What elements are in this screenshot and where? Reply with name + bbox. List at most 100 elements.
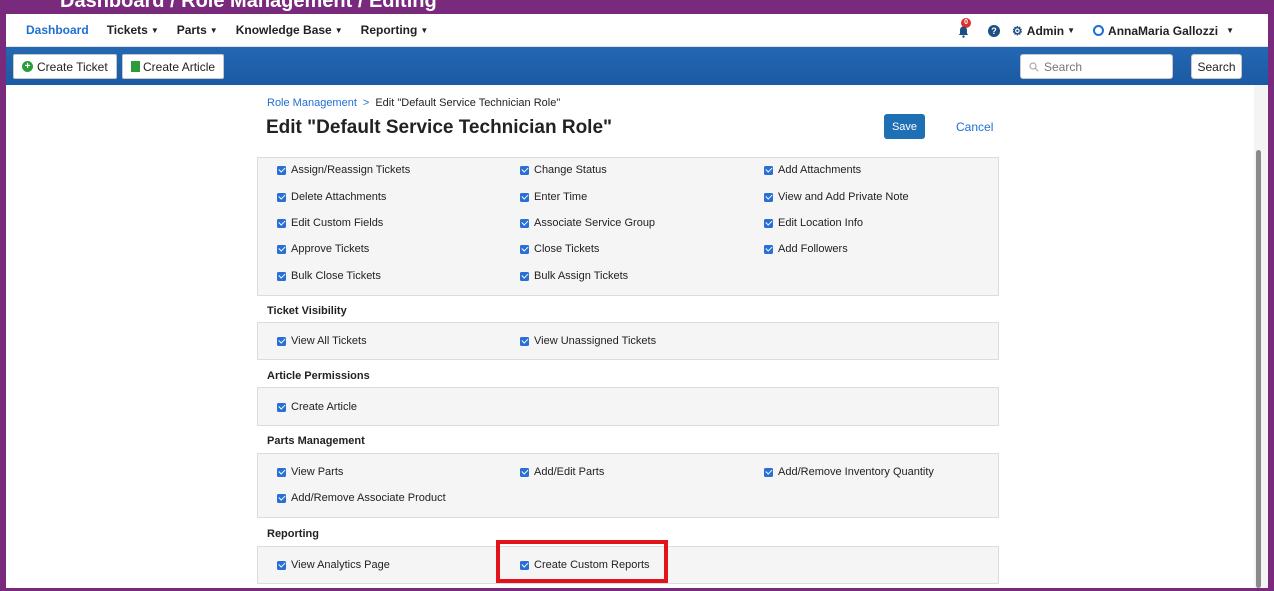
checkbox-checked[interactable] [277,165,286,175]
checkbox-checked[interactable] [520,192,529,202]
checkbox-checked[interactable] [520,271,529,281]
create-ticket-label: Create Ticket [37,59,108,74]
save-button[interactable]: Save [884,114,925,139]
checkbox-checked[interactable] [764,244,773,254]
perm-edit-location-info[interactable]: Edit Location Info [764,217,863,229]
perm-bulk-assign-tickets[interactable]: Bulk Assign Tickets [520,270,628,282]
perm-label: Associate Service Group [534,217,656,229]
perm-label: Close Tickets [534,243,600,255]
cancel-button[interactable]: Cancel [956,120,993,134]
top-nav: Dashboard Tickets ▼ Parts ▼ Knowledge Base… [6,14,1268,47]
create-article-label: Create Article [143,59,216,74]
create-ticket-button[interactable]: + Create Ticket [13,54,117,79]
checkbox-checked[interactable] [764,165,773,175]
perm-add-remove-inventory-quantity[interactable]: Add/Remove Inventory Quantity [764,466,934,478]
checkbox-checked[interactable] [520,244,529,254]
help-icon[interactable]: ? [988,24,1001,37]
search-field[interactable] [1020,54,1173,79]
perm-change-status[interactable]: Change Status [520,164,607,176]
plus-circle-icon: + [22,61,33,72]
perm-label: View and Add Private Note [778,191,909,203]
chevron-down-icon: ▼ [209,26,218,35]
checkbox-checked[interactable] [764,192,773,202]
perm-label: Add/Edit Parts [534,466,605,478]
chevron-down-icon: ▼ [1226,26,1234,35]
checkbox-checked[interactable] [277,493,286,503]
nav-parts[interactable]: Parts ▼ [177,23,218,37]
notifications-button[interactable]: 0 [958,17,972,39]
perm-edit-custom-fields[interactable]: Edit Custom Fields [277,217,383,229]
perm-label: Edit Location Info [778,217,864,229]
chevron-down-icon: ▼ [1067,26,1076,35]
checkbox-checked[interactable] [520,336,529,346]
checkbox-checked[interactable] [520,165,529,175]
perm-view-all-tickets[interactable]: View All Tickets [277,335,367,347]
section-title-article-permissions: Article Permissions [267,370,370,382]
scrollbar-thumb[interactable] [1256,150,1261,588]
perm-label: Add Attachments [778,164,862,176]
perm-associate-service-group[interactable]: Associate Service Group [520,217,655,229]
admin-label: Admin [1026,23,1065,38]
nav-dashboard[interactable]: Dashboard [26,23,89,37]
perm-add-remove-associate-product[interactable]: Add/Remove Associate Product [277,492,446,504]
nav-reporting-label: Reporting [360,23,418,37]
perm-label: Bulk Assign Tickets [534,270,629,282]
breadcrumb-separator: > [362,97,370,109]
checkbox-checked[interactable] [764,218,773,228]
perm-label: View Unassigned Tickets [534,335,657,347]
user-name: AnnaMaria Gallozzi [1108,23,1219,38]
search-button[interactable]: Search [1191,54,1242,79]
chevron-down-icon: ▼ [334,26,343,35]
user-icon [1093,25,1105,36]
document-plus-icon [131,61,140,72]
perm-close-tickets[interactable]: Close Tickets [520,243,599,255]
checkbox-checked[interactable] [277,560,286,570]
nav-reporting[interactable]: Reporting ▼ [361,23,429,37]
search-input[interactable] [1044,59,1164,74]
checkbox-checked[interactable] [277,244,286,254]
perm-view-add-private-note[interactable]: View and Add Private Note [764,191,909,203]
breadcrumb-role-management[interactable]: Role Management [267,97,357,109]
chevron-down-icon: ▼ [420,26,429,35]
perm-enter-time[interactable]: Enter Time [520,191,587,203]
perm-create-article[interactable]: Create Article [277,401,357,413]
checkbox-checked[interactable] [277,271,286,281]
checkbox-checked[interactable] [277,402,286,412]
perm-add-followers[interactable]: Add Followers [764,243,848,255]
perm-view-analytics-page[interactable]: View Analytics Page [277,559,390,571]
nav-tickets[interactable]: Tickets ▼ [107,23,159,37]
breadcrumb-current: Edit "Default Service Technician Role" [375,97,561,109]
checkbox-checked[interactable] [764,467,773,477]
perm-assign-reassign-tickets[interactable]: Assign/Reassign Tickets [277,164,410,176]
app-window: Dashboard Tickets ▼ Parts ▼ Knowledge Base… [6,14,1268,588]
perm-view-parts[interactable]: View Parts [277,466,343,478]
perm-approve-tickets[interactable]: Approve Tickets [277,243,369,255]
section-title-ticket-visibility: Ticket Visibility [267,305,347,317]
checkbox-checked[interactable] [520,218,529,228]
perm-add-edit-parts[interactable]: Add/Edit Parts [520,466,604,478]
perm-label: Create Article [291,401,358,413]
bell-icon [958,26,969,38]
create-article-button[interactable]: Create Article [122,54,225,79]
perm-delete-attachments[interactable]: Delete Attachments [277,191,386,203]
nav-right: 0 ? ⚙ Admin ▼ AnnaMaria Gallozzi ▼ [958,14,1234,47]
perm-label: Delete Attachments [291,191,387,203]
perm-view-unassigned-tickets[interactable]: View Unassigned Tickets [520,335,656,347]
checkbox-checked[interactable] [277,218,286,228]
nav-knowledge-base-label: Knowledge Base [235,23,332,37]
chevron-down-icon: ▼ [150,26,159,35]
checkbox-checked[interactable] [277,336,286,346]
perm-label: Approve Tickets [291,243,370,255]
checkbox-checked[interactable] [520,467,529,477]
user-menu[interactable]: AnnaMaria Gallozzi ▼ [1093,24,1234,38]
checkbox-checked[interactable] [277,467,286,477]
perm-label: View Parts [291,466,344,478]
admin-menu[interactable]: ⚙ Admin ▼ [1012,24,1075,38]
nav-knowledge-base[interactable]: Knowledge Base ▼ [236,23,343,37]
breadcrumb: Role Management > Edit "Default Service Te… [267,97,560,109]
perm-add-attachments[interactable]: Add Attachments [764,164,861,176]
perm-label: Add Followers [778,243,848,255]
perm-bulk-close-tickets[interactable]: Bulk Close Tickets [277,270,381,282]
section-title-parts-management: Parts Management [267,435,365,447]
checkbox-checked[interactable] [277,192,286,202]
